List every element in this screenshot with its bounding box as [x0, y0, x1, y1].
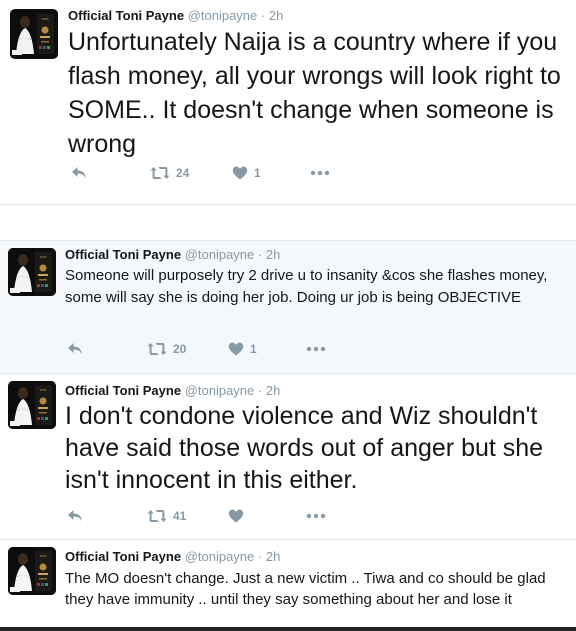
author-handle[interactable]: @tonipayne [185, 549, 255, 564]
heart-icon [228, 509, 244, 523]
tweet[interactable]: Official Toni Payne @tonipayne · 2h Unfo… [0, 0, 576, 192]
tweet-actions: 20 1 [0, 342, 576, 362]
reply-button[interactable] [67, 342, 83, 356]
more-icon [306, 346, 326, 352]
avatar[interactable] [10, 9, 58, 59]
retweet-count: 20 [173, 342, 187, 356]
tweet-timestamp[interactable]: 2h [269, 8, 283, 23]
avatar[interactable] [8, 248, 56, 296]
retweet-button[interactable]: 41 [147, 509, 186, 523]
tweet-text: Unfortunately Naija is a country where i… [68, 28, 561, 158]
author-handle[interactable]: @tonipayne [188, 8, 258, 23]
avatar-image [10, 9, 58, 59]
tweet-header: Official Toni Payne @tonipayne · 2h [65, 549, 280, 564]
more-icon [310, 170, 330, 176]
author-handle[interactable]: @tonipayne [185, 383, 255, 398]
retweet-count: 24 [176, 166, 190, 180]
more-button[interactable] [310, 170, 330, 176]
avatar[interactable] [8, 381, 56, 429]
tweet-timestamp[interactable]: 2h [266, 549, 280, 564]
heart-icon [232, 166, 248, 180]
retweet-icon [147, 509, 167, 523]
author-name[interactable]: Official Toni Payne [65, 247, 181, 262]
more-button[interactable] [306, 513, 326, 519]
reply-button[interactable] [71, 166, 87, 180]
tweet-timestamp[interactable]: 2h [266, 247, 280, 262]
conversation-gap [0, 192, 576, 240]
author-name[interactable]: Official Toni Payne [68, 8, 184, 23]
author-handle[interactable]: @tonipayne [185, 247, 255, 262]
tweet-header: Official Toni Payne @tonipayne · 2h [65, 383, 280, 398]
like-button[interactable] [228, 509, 244, 523]
retweet-button[interactable]: 20 [147, 342, 186, 356]
author-name[interactable]: Official Toni Payne [65, 549, 181, 564]
like-button[interactable]: 1 [232, 166, 261, 180]
tweet-actions: 24 1 [0, 166, 576, 186]
author-name[interactable]: Official Toni Payne [65, 383, 181, 398]
tweet[interactable]: Official Toni Payne @tonipayne · 2h I do… [0, 373, 576, 539]
divider [0, 204, 576, 205]
retweet-icon [150, 166, 170, 180]
retweet-count: 41 [173, 509, 187, 523]
more-button[interactable] [306, 346, 326, 352]
reply-icon [67, 342, 83, 356]
avatar-image [8, 547, 56, 595]
like-count: 1 [250, 342, 257, 356]
like-count: 1 [254, 166, 261, 180]
tweet-text: I don't condone violence and Wiz shouldn… [65, 402, 544, 494]
retweet-button[interactable]: 24 [150, 166, 189, 180]
heart-icon [228, 342, 244, 356]
tweet-header: Official Toni Payne @tonipayne · 2h [68, 8, 283, 23]
window-bottom-edge [0, 627, 576, 631]
reply-icon [71, 166, 87, 180]
avatar-image [8, 381, 56, 429]
like-button[interactable]: 1 [228, 342, 257, 356]
tweet-text: Someone will purposely try 2 drive u to … [65, 267, 548, 306]
tweet-text: The MO doesn't change. Just a new victim… [65, 570, 546, 608]
retweet-icon [147, 342, 167, 356]
meta-separator: · [257, 383, 263, 398]
tweet-timestamp[interactable]: 2h [266, 383, 280, 398]
tweet-actions: 41 [0, 509, 576, 529]
meta-separator: · [257, 247, 263, 262]
reply-icon [67, 509, 83, 523]
reply-button[interactable] [67, 509, 83, 523]
meta-separator: · [257, 549, 263, 564]
tweet[interactable]: Official Toni Payne @tonipayne · 2h The … [0, 539, 576, 631]
avatar-image [8, 248, 56, 296]
tweet-header: Official Toni Payne @tonipayne · 2h [65, 247, 280, 262]
meta-separator: · [260, 8, 266, 23]
avatar[interactable] [8, 547, 56, 595]
more-icon [306, 513, 326, 519]
tweet[interactable]: Official Toni Payne @tonipayne · 2h Some… [0, 240, 576, 373]
